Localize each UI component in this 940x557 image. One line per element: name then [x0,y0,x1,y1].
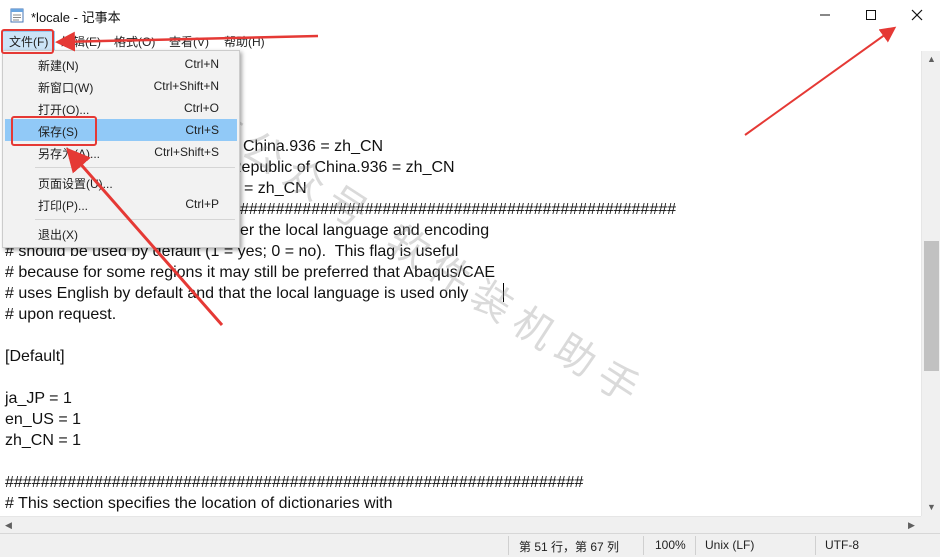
status-divider [508,536,509,555]
menu-item-shortcut: Ctrl+Shift+S [154,145,219,159]
status-divider [695,536,696,555]
editor-line: ########################################… [240,201,677,218]
editor-line: Republic of China.936 = zh_CN [230,159,455,176]
scroll-down-icon[interactable]: ▼ [922,499,940,516]
menu-view[interactable]: 查看(V) [163,32,215,51]
editor-line: en_US = 1 [5,411,82,428]
menu-item-print[interactable]: 打印(P)... Ctrl+P [5,193,237,215]
cursor-position: 第 51 行，第 67 列 [519,540,620,554]
scroll-left-icon[interactable]: ◀ [0,517,17,534]
vertical-scrollbar[interactable]: ▲ ▼ [921,51,940,516]
status-bar: 第 51 行，第 67 列 100% Unix (LF) UTF-8 [0,533,940,557]
maximize-button[interactable] [848,0,894,30]
maximize-icon [866,10,876,20]
minimize-icon [820,14,830,16]
editor-line: # uses English by default and that the l… [5,285,469,302]
zoom-level: 100% [655,538,686,552]
notepad-icon [10,8,24,23]
status-divider [815,536,816,555]
menu-item-label: 另存为(A)... [38,147,100,161]
menu-item-label: 打印(P)... [38,199,88,213]
file-menu-dropdown: 新建(N) Ctrl+N 新窗口(W) Ctrl+Shift+N 打开(O)..… [2,50,240,248]
highlight-box-file-menu [1,29,54,54]
minimize-button[interactable] [802,0,848,30]
menu-item-shortcut: Ctrl+P [185,197,219,211]
window-title: *locale - 记事本 [31,10,121,25]
close-icon [911,9,923,21]
status-divider [643,536,644,555]
scroll-right-icon[interactable]: ▶ [903,517,920,534]
menu-item-exit[interactable]: 退出(X) [5,222,237,244]
editor-line: # because for some regions it may still … [5,264,496,281]
editor-line: # This section specifies the location of… [5,495,393,512]
scrollbar-corner [921,516,940,533]
menu-item-new[interactable]: 新建(N) Ctrl+N [5,53,237,75]
editor-line: # upon request. [5,306,117,323]
menu-item-shortcut: Ctrl+S [185,123,219,137]
scroll-up-icon[interactable]: ▲ [922,51,940,68]
menu-item-shortcut: Ctrl+Shift+N [153,79,219,93]
menu-item-label: 新建(N) [38,59,79,73]
editor-line: zh_CN = 1 [5,432,82,449]
title-bar: *locale - 记事本 [0,0,940,30]
encoding: UTF-8 [825,538,859,552]
menu-item-label: 新窗口(W) [38,81,94,95]
menu-format[interactable]: 格式(O) [108,32,161,51]
editor-line: = zh_CN [244,180,307,197]
menu-item-label: 页面设置(U)... [38,177,113,191]
editor-line: er the local language and encoding [240,222,490,239]
menu-item-new-window[interactable]: 新窗口(W) Ctrl+Shift+N [5,75,237,97]
scrollbar-thumb[interactable] [924,241,939,371]
menu-item-label: 退出(X) [38,228,78,242]
text-caret [503,283,504,302]
editor-line: ja_JP = 1 [5,390,72,407]
editor-line: ########################################… [5,474,584,491]
highlight-box-save [11,116,97,146]
editor-line: [Default] [5,348,65,365]
menu-help[interactable]: 帮助(H) [218,32,271,51]
menu-edit[interactable]: 编辑(E) [55,32,107,51]
menu-separator [35,167,235,168]
menu-item-shortcut: Ctrl+O [183,101,219,115]
line-ending: Unix (LF) [705,538,755,552]
menu-item-shortcut: Ctrl+N [184,57,219,71]
menu-separator [35,219,235,220]
horizontal-scrollbar[interactable]: ◀ ▶ [0,516,921,534]
menu-bar: 文件(F) 编辑(E) 格式(O) 查看(V) 帮助(H) [0,30,940,52]
menu-item-page-setup[interactable]: 页面设置(U)... [5,171,237,193]
close-button[interactable] [894,0,940,30]
editor-line: China.936 = zh_CN [243,138,384,155]
